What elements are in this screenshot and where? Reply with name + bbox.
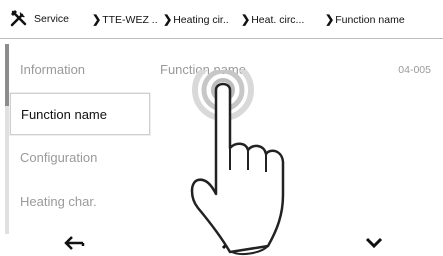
breadcrumb-label: Heating cir.. [173,14,229,26]
back-arrow-icon[interactable] [62,234,86,252]
breadcrumb-label: Function name [335,14,405,26]
breadcrumb-service[interactable]: Service [34,13,69,25]
tap-gesture-icon [190,70,285,255]
menu-item-heating-char[interactable]: Heating char. [10,181,150,223]
chevron-right-icon: ❯ [325,14,335,26]
breadcrumb-label: TTE-WEZ .. [102,14,158,26]
breadcrumb-function-name[interactable]: ❯Function name [325,13,405,26]
menu-item-information[interactable]: Information [10,49,150,91]
tools-icon[interactable] [10,9,28,27]
chevron-right-icon: ❯ [163,14,173,26]
chevron-down-icon[interactable] [362,234,386,252]
menu-item-configuration[interactable]: Configuration [10,137,150,179]
chevron-right-icon: ❯ [241,14,251,26]
menu-item-function-name[interactable]: Function name [10,93,150,135]
detail-code: 04-005 [398,64,431,76]
breadcrumb-tte-wez[interactable]: ❯TTE-WEZ .. [92,13,158,26]
scrollbar-thumb[interactable] [5,44,9,106]
chevron-right-icon: ❯ [92,14,102,26]
breadcrumb-heat-circ[interactable]: ❯Heat. circ... [241,13,304,26]
breadcrumb-bar: Service ❯TTE-WEZ .. ❯Heating cir.. ❯Heat… [0,0,443,39]
breadcrumb-heating-circuit[interactable]: ❯Heating cir.. [163,13,229,26]
breadcrumb-label: Heat. circ... [251,14,305,26]
